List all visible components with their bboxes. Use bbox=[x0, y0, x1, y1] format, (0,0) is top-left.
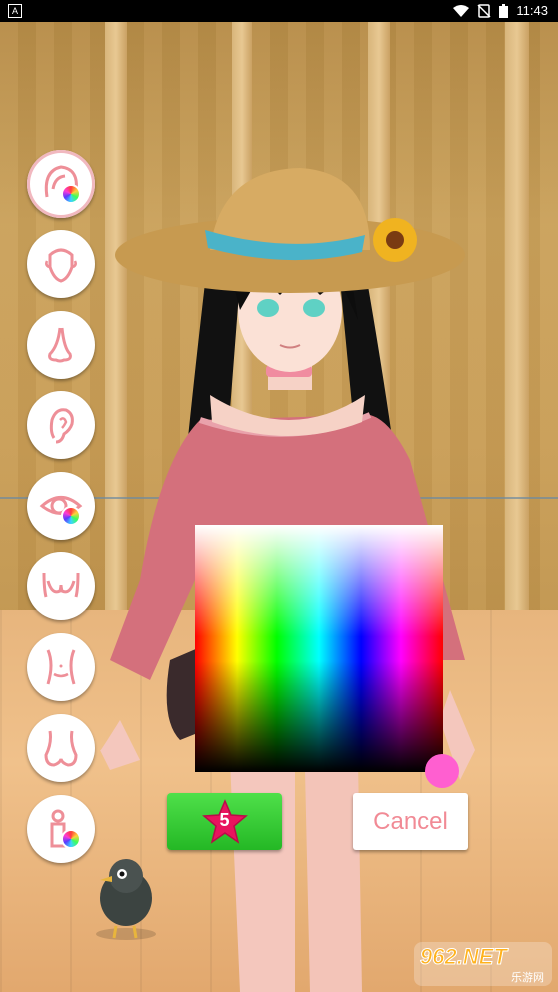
wall-stud bbox=[505, 22, 529, 642]
eye-color-button[interactable] bbox=[27, 472, 95, 540]
face-shape-icon bbox=[45, 248, 77, 283]
selected-color-swatch[interactable] bbox=[425, 754, 459, 788]
color-wheel-icon bbox=[61, 184, 81, 204]
ear-icon bbox=[49, 408, 74, 444]
color-picker-palette[interactable] bbox=[195, 525, 443, 772]
star-count: 5 bbox=[219, 809, 230, 830]
color-wheel-icon bbox=[61, 506, 81, 526]
waist-icon bbox=[46, 649, 76, 685]
no-sim-icon bbox=[477, 3, 491, 18]
nose-icon bbox=[48, 327, 72, 363]
watermark-subtitle: 乐游网 bbox=[511, 972, 544, 984]
ear-button[interactable] bbox=[27, 391, 95, 459]
status-time: 11:43 bbox=[516, 3, 548, 18]
chest-button[interactable] bbox=[27, 552, 95, 620]
body-color-button[interactable] bbox=[27, 795, 95, 863]
cancel-button[interactable]: Cancel bbox=[353, 793, 468, 850]
crow-mascot[interactable] bbox=[92, 846, 160, 942]
watermark-brand: 962.NET bbox=[420, 944, 508, 970]
face-shape-button[interactable] bbox=[27, 230, 95, 298]
confirm-star-button[interactable]: 5 bbox=[167, 793, 282, 850]
waist-button[interactable] bbox=[27, 633, 95, 701]
hair-color-button[interactable] bbox=[27, 150, 95, 218]
hips-button[interactable] bbox=[27, 714, 95, 782]
status-bar: A 11:43 bbox=[0, 0, 558, 22]
hips-icon bbox=[44, 730, 78, 767]
wifi-icon bbox=[453, 4, 470, 17]
color-wheel-icon bbox=[61, 829, 81, 849]
a-notification-icon: A bbox=[8, 4, 22, 18]
battery-icon bbox=[499, 3, 509, 18]
nose-button[interactable] bbox=[27, 311, 95, 379]
chest-icon bbox=[42, 572, 80, 598]
site-watermark: 962.NET 乐游网 bbox=[414, 942, 552, 986]
